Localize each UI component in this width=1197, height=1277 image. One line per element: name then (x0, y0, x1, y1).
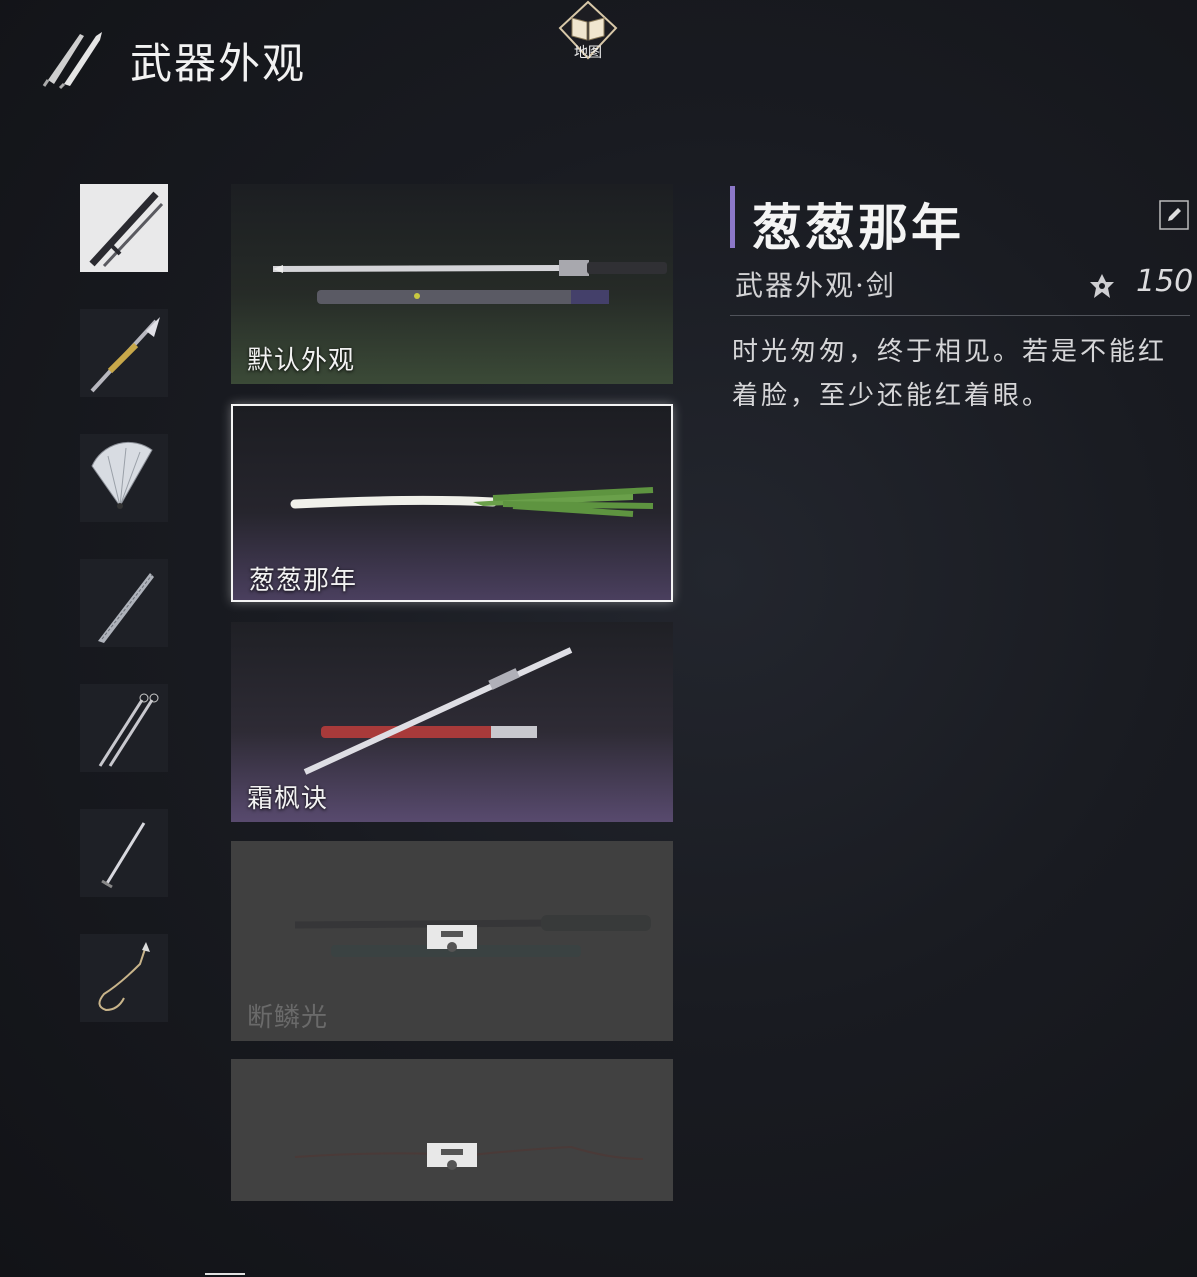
page-title: 武器外观 (130, 39, 307, 88)
divider (730, 315, 1190, 316)
skin-name: 霜枫诀 (247, 784, 329, 814)
category-twin-blades[interactable] (80, 684, 168, 772)
skin-name: 默认外观 (247, 346, 356, 376)
skin-card-frost[interactable]: 霜枫诀 (231, 622, 673, 822)
skin-description: 时光匆匆，终于相见。若是不能红着脸，至少还能红着眼。 (732, 337, 1168, 411)
long-blade-icon (101, 822, 146, 889)
umbrella-icon (98, 573, 154, 643)
title-accent-bar (730, 186, 735, 248)
scroll-indicator (205, 1273, 245, 1275)
category-umbrella[interactable] (80, 559, 168, 647)
skin-price: 150 (1136, 264, 1194, 299)
category-rope-dart[interactable] (80, 934, 168, 1022)
skin-title: 葱葱那年 (752, 198, 964, 257)
skin-name: 葱葱那年 (249, 566, 358, 596)
skin-card-default[interactable]: 默认外观 (231, 184, 673, 384)
currency-flower-icon (1090, 274, 1114, 298)
lock-icon (427, 925, 477, 952)
category-fan[interactable] (80, 434, 168, 522)
edit-icon[interactable] (1159, 200, 1189, 230)
twin-blades-icon (98, 693, 159, 767)
category-long-blade[interactable] (80, 809, 168, 897)
category-sword[interactable] (80, 184, 168, 272)
skin-name: 断鳞光 (247, 1003, 329, 1033)
map-label: 地图 (574, 45, 602, 61)
lock-icon (427, 1143, 477, 1170)
sword-scabbard-icon (89, 191, 164, 268)
skin-card-selected[interactable]: 葱葱那年 (231, 404, 673, 602)
ornate-spear-icon (90, 317, 160, 393)
twin-swords-icon (42, 32, 102, 90)
map-button[interactable]: 地图 (556, 0, 620, 64)
weapon-category-list (80, 184, 168, 1059)
skin-card-locked[interactable]: 断鳞光 (231, 841, 673, 1041)
folding-fan-icon (91, 441, 153, 509)
skin-category: 武器外观·剑 (735, 269, 896, 302)
rope-dart-icon (98, 942, 150, 1012)
locked-whip-image (294, 1145, 644, 1160)
category-spear[interactable] (80, 309, 168, 397)
skin-card-locked[interactable] (231, 1059, 673, 1201)
